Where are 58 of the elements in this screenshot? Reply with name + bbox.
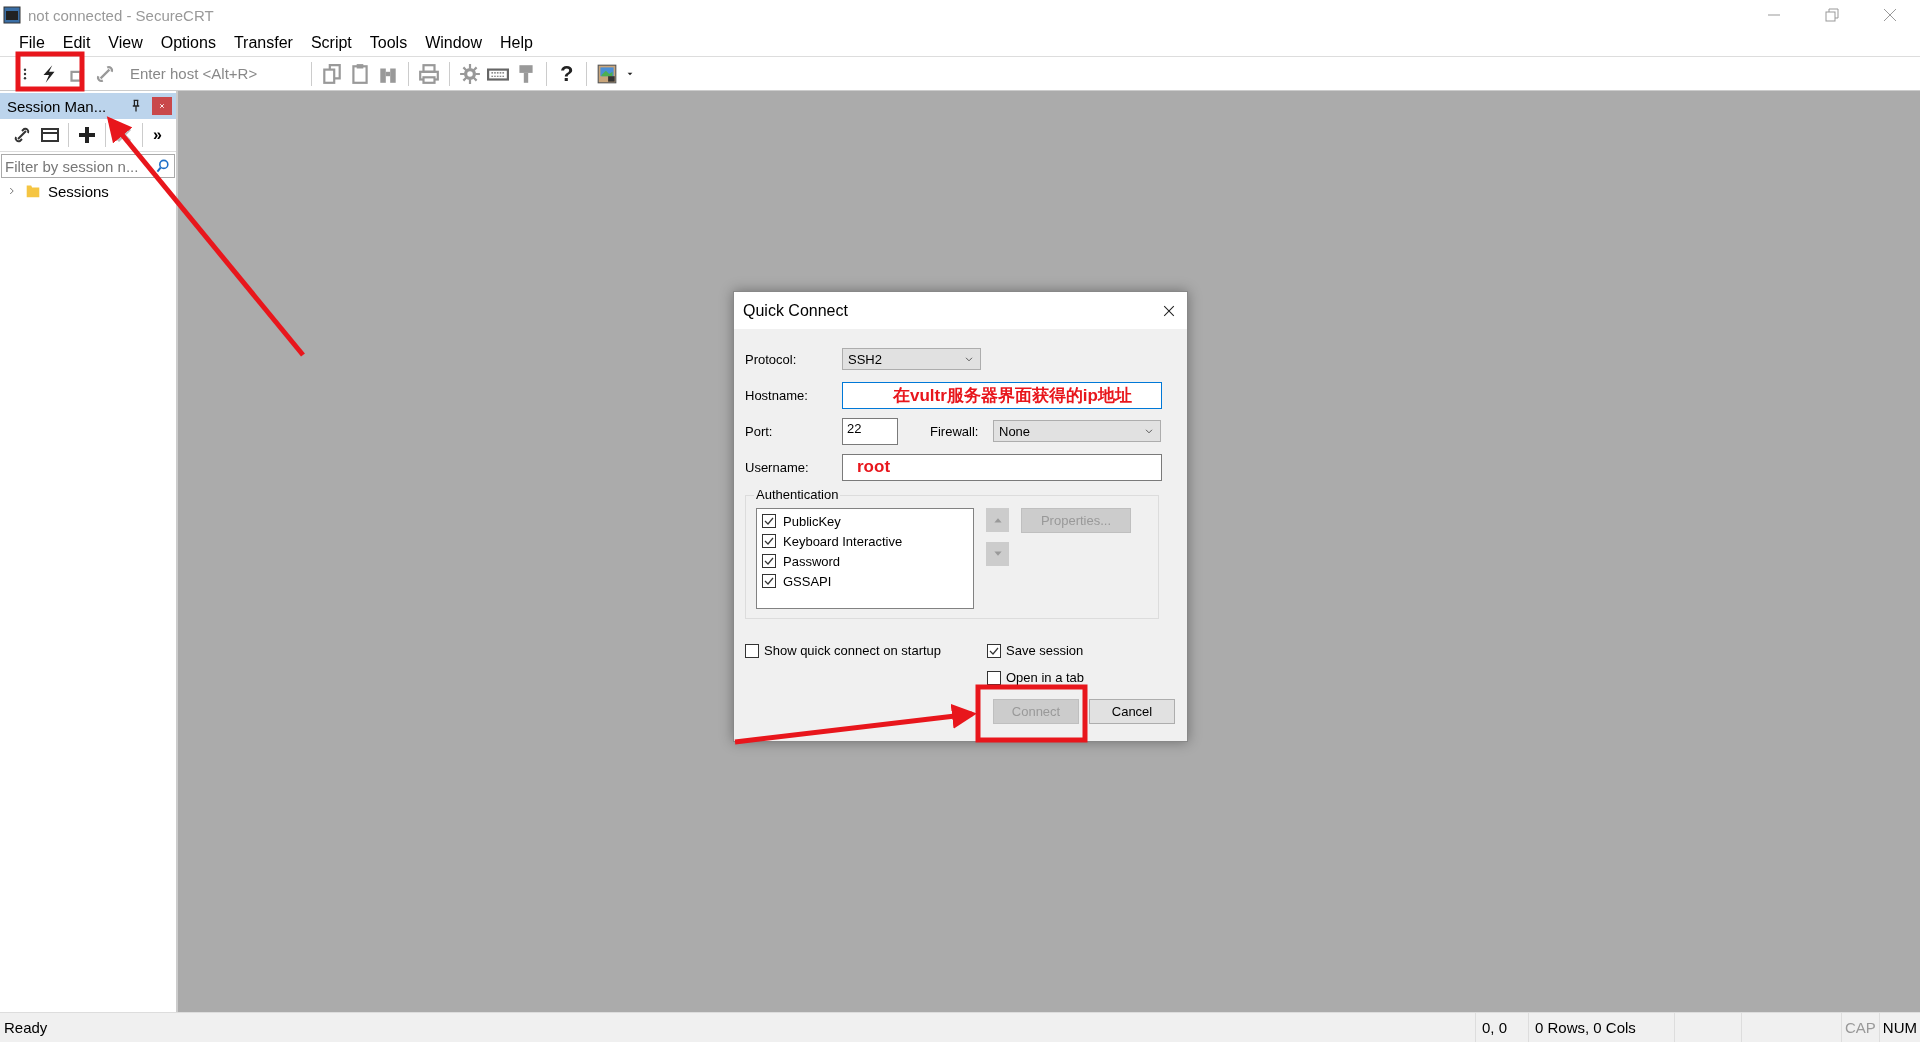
gear-icon[interactable] (459, 62, 481, 85)
firewall-dropdown[interactable]: None (993, 420, 1161, 442)
clipboard-icon[interactable] (349, 62, 371, 85)
picture-lock-icon[interactable] (596, 62, 619, 85)
overflow-button[interactable]: » (153, 126, 162, 144)
field-label: Username: (745, 459, 810, 475)
username-field[interactable]: root (842, 453, 1162, 481)
protocol-dropdown[interactable]: SSH2 (842, 348, 981, 370)
copy-icon[interactable] (321, 62, 343, 85)
checkbox[interactable] (762, 574, 776, 588)
hostname-field[interactable]: 在vultr服务器界面获得的ip地址 (842, 381, 1162, 409)
menu-item[interactable]: Help (491, 34, 542, 52)
printer-icon[interactable] (418, 62, 440, 85)
filter-field[interactable]: Filter by session n... (1, 154, 175, 178)
search-icon (155, 158, 171, 174)
checkbox-label[interactable]: Show quick connect on startup (764, 643, 942, 658)
menu-item[interactable]: Edit (53, 34, 100, 52)
menu-item[interactable]: View (99, 34, 152, 52)
checkbox-label[interactable]: Password (783, 553, 841, 569)
dialog-button[interactable]: Cancel (1089, 699, 1175, 724)
window-title: not connected - SecureCRT (28, 6, 215, 24)
menu-item[interactable]: Options (151, 34, 225, 52)
checkbox[interactable] (762, 514, 776, 528)
panel-title: Session Man... (7, 97, 108, 115)
menu-item[interactable]: Script (301, 34, 361, 52)
checkbox-label[interactable]: GSSAPI (783, 573, 832, 589)
checkbox-label[interactable]: Open in a tab (1006, 670, 1085, 685)
menu-item[interactable]: Tools (360, 34, 417, 52)
key-indicator: NUM (1878, 1013, 1920, 1042)
cursor-position: 0, 0 (1475, 1013, 1528, 1042)
field-label: Protocol: (745, 351, 798, 367)
menu-item[interactable]: File (10, 34, 54, 52)
window-icon[interactable] (40, 125, 60, 145)
checkbox[interactable] (762, 534, 776, 548)
port-field[interactable]: 22 (842, 417, 898, 445)
panel-close-button[interactable] (152, 97, 172, 115)
field-label: Hostname: (745, 387, 809, 403)
dialog-title: Quick Connect (743, 301, 848, 320)
checkbox[interactable] (987, 670, 1001, 685)
checkbox[interactable] (987, 643, 1001, 658)
annotation-box (15, 51, 85, 92)
tree-item[interactable]: Sessions (48, 182, 109, 200)
field-label: Port: (745, 423, 774, 439)
field-label: Firewall: (930, 423, 980, 439)
plus-icon[interactable] (77, 125, 97, 145)
checkbox[interactable] (762, 554, 776, 568)
menu-item[interactable]: Transfer (224, 34, 302, 52)
checkbox-label[interactable]: PublicKey (783, 513, 841, 529)
checkbox-label[interactable]: Keyboard Interactive (783, 533, 903, 549)
checkbox-label[interactable]: Save session (1006, 643, 1084, 658)
help-button[interactable]: ? (556, 60, 578, 87)
checkbox[interactable] (745, 643, 759, 658)
app-icon (2, 5, 22, 25)
status-text: Ready (3, 1019, 49, 1036)
menu-item[interactable]: Window (416, 34, 492, 52)
terminal-size: 0 Rows, 0 Cols (1528, 1013, 1674, 1042)
group-title: Authentication (754, 487, 841, 502)
key-indicator: CAP (1841, 1013, 1879, 1042)
